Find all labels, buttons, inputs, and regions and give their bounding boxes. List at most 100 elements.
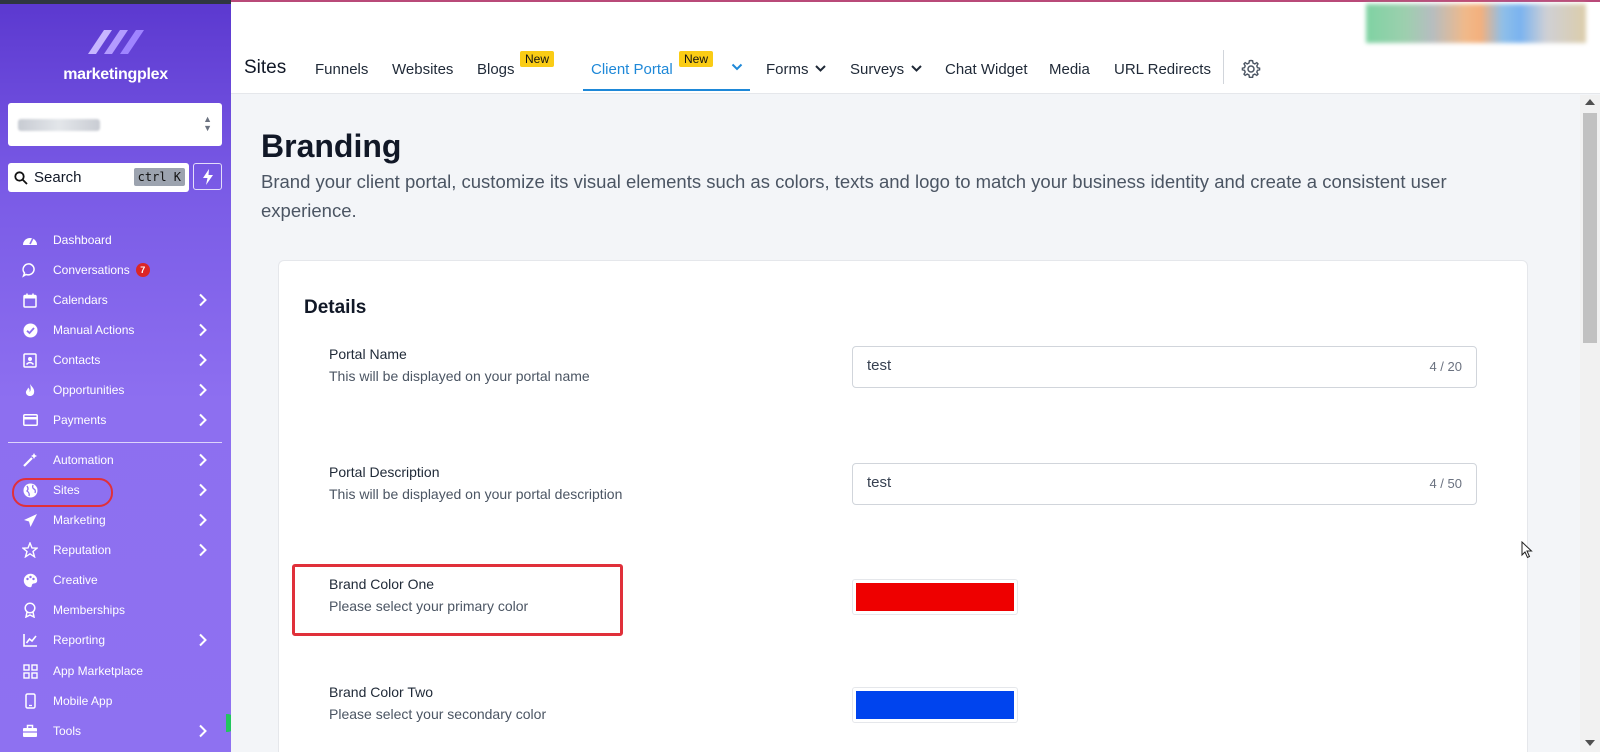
sidebar-item-label: Calendars	[53, 293, 108, 307]
chevron-right-icon	[199, 543, 207, 557]
new-badge: New	[679, 51, 714, 67]
magic-wand-icon	[22, 452, 38, 468]
portal-description-help: This will be displayed on your portal de…	[329, 486, 623, 502]
sidebar-item-dashboard[interactable]: Dashboard	[8, 226, 222, 254]
sidebar-item-label: Conversations	[53, 263, 130, 277]
sidebar-item-label: Automation	[53, 453, 114, 467]
page-title: Branding	[261, 128, 402, 164]
page-scrollbar[interactable]	[1580, 95, 1600, 752]
sidebar-item-app-marketplace[interactable]: App Marketplace	[8, 657, 222, 685]
portal-name-field[interactable]: 4 / 20	[852, 346, 1477, 388]
window-top-strip	[0, 0, 231, 4]
sidebar-item-reputation[interactable]: Reputation	[8, 536, 222, 564]
chevron-right-icon	[199, 633, 207, 647]
sidebar-item-creative[interactable]: Creative	[8, 566, 222, 594]
paper-plane-icon	[22, 512, 38, 528]
grid-icon	[22, 663, 38, 679]
chevron-right-icon	[199, 383, 207, 397]
color-swatch	[856, 583, 1014, 611]
credit-card-icon	[22, 412, 38, 428]
sidebar-item-label: Reporting	[53, 633, 106, 647]
star-icon	[22, 542, 38, 558]
search-icon	[14, 170, 28, 185]
sidebar-item-label: Tools	[53, 724, 82, 738]
sidebar-item-conversations[interactable]: Conversations 7	[8, 256, 222, 284]
sidebar-item-label: Contacts	[53, 353, 101, 367]
tab-media[interactable]: Media	[1049, 61, 1090, 78]
char-counter: 4 / 20	[1429, 359, 1462, 374]
top-accent-line	[231, 0, 1600, 2]
chevron-down-icon[interactable]	[815, 65, 826, 72]
lightning-icon	[202, 168, 213, 185]
section-title: Sites	[244, 57, 287, 78]
sidebar-item-label: Opportunities	[53, 383, 125, 397]
tab-websites[interactable]: Websites	[392, 61, 453, 78]
chevron-right-icon	[199, 483, 207, 497]
brand-color-one-help: Please select your primary color	[329, 598, 529, 614]
chevron-down-icon[interactable]	[731, 63, 743, 71]
sidebar-item-calendars[interactable]: Calendars	[8, 286, 222, 314]
brand-color-two-picker[interactable]	[852, 687, 1018, 723]
sidebar-item-tools[interactable]: Tools	[8, 717, 222, 745]
logo-mark-icon	[87, 30, 144, 54]
palette-icon	[22, 572, 38, 588]
sidebar-item-label: Mobile App	[53, 694, 113, 708]
tab-client-portal[interactable]: Client Portal	[591, 61, 673, 78]
main-content: Branding Brand your client portal, custo…	[231, 95, 1580, 752]
brand-logo[interactable]: marketingplex	[0, 24, 231, 84]
flame-icon	[22, 382, 38, 398]
brand-name: marketingplex	[63, 66, 168, 83]
tab-chat-widget[interactable]: Chat Widget	[945, 61, 1028, 78]
scroll-down-icon[interactable]	[1585, 740, 1595, 746]
tab-url-redirects[interactable]: URL Redirects	[1114, 61, 1211, 78]
brand-color-one-picker[interactable]	[852, 579, 1018, 615]
scroll-up-icon[interactable]	[1585, 99, 1595, 105]
sidebar-search[interactable]: Search ctrl K	[8, 163, 189, 192]
gear-icon[interactable]	[1241, 59, 1261, 79]
chevron-right-icon	[199, 353, 207, 367]
sidebar-item-manual-actions[interactable]: Manual Actions	[8, 316, 222, 344]
sidebar-divider	[8, 442, 222, 443]
tab-blogs[interactable]: Blogs	[477, 61, 515, 78]
details-card: Details Portal Name This will be display…	[278, 260, 1528, 752]
search-shortcut: ctrl K	[133, 168, 185, 186]
quick-actions-button[interactable]	[193, 163, 222, 190]
sidebar-item-reporting[interactable]: Reporting	[8, 626, 222, 654]
portal-description-field[interactable]: 4 / 50	[852, 463, 1477, 505]
tab-separator	[1223, 50, 1224, 84]
chevron-down-icon[interactable]	[911, 65, 922, 72]
sidebar-item-contacts[interactable]: Contacts	[8, 346, 222, 374]
sidebar-item-memberships[interactable]: Memberships	[8, 596, 222, 624]
brand-color-one-label: Brand Color One	[329, 576, 435, 592]
tab-forms[interactable]: Forms	[766, 61, 809, 78]
color-swatch	[856, 691, 1014, 719]
calendar-icon	[22, 292, 38, 308]
sidebar-item-automation[interactable]: Automation	[8, 446, 222, 474]
sites-highlight-ring	[12, 478, 113, 507]
chevron-right-icon	[199, 724, 207, 738]
account-switcher[interactable]: ▲ ▼	[8, 103, 222, 146]
tab-surveys[interactable]: Surveys	[850, 61, 904, 78]
portal-description-label: Portal Description	[329, 464, 440, 480]
award-icon	[22, 602, 38, 618]
scrollbar-thumb[interactable]	[1583, 113, 1597, 343]
new-badge: New	[520, 51, 555, 67]
sidebar-item-label: App Marketplace	[53, 664, 144, 678]
portal-name-label: Portal Name	[329, 346, 407, 362]
sidebar-item-payments[interactable]: Payments	[8, 406, 222, 434]
account-name-redacted	[18, 118, 100, 131]
sidebar-item-opportunities[interactable]: Opportunities	[8, 376, 222, 404]
portal-name-input[interactable]	[867, 357, 1367, 374]
card-title: Details	[304, 297, 367, 318]
sidebar-item-mobile-app[interactable]: Mobile App	[8, 687, 222, 715]
chat-icon	[22, 262, 38, 278]
user-avatars-redacted[interactable]	[1366, 4, 1586, 43]
chart-line-icon	[22, 632, 38, 648]
portal-name-help: This will be displayed on your portal na…	[329, 368, 590, 384]
portal-description-input[interactable]	[867, 474, 1367, 491]
sidebar-item-marketing[interactable]: Marketing	[8, 506, 222, 534]
contact-card-icon	[22, 352, 38, 368]
toolbox-icon	[22, 723, 38, 739]
tab-funnels[interactable]: Funnels	[315, 61, 368, 78]
mobile-icon	[22, 693, 38, 709]
